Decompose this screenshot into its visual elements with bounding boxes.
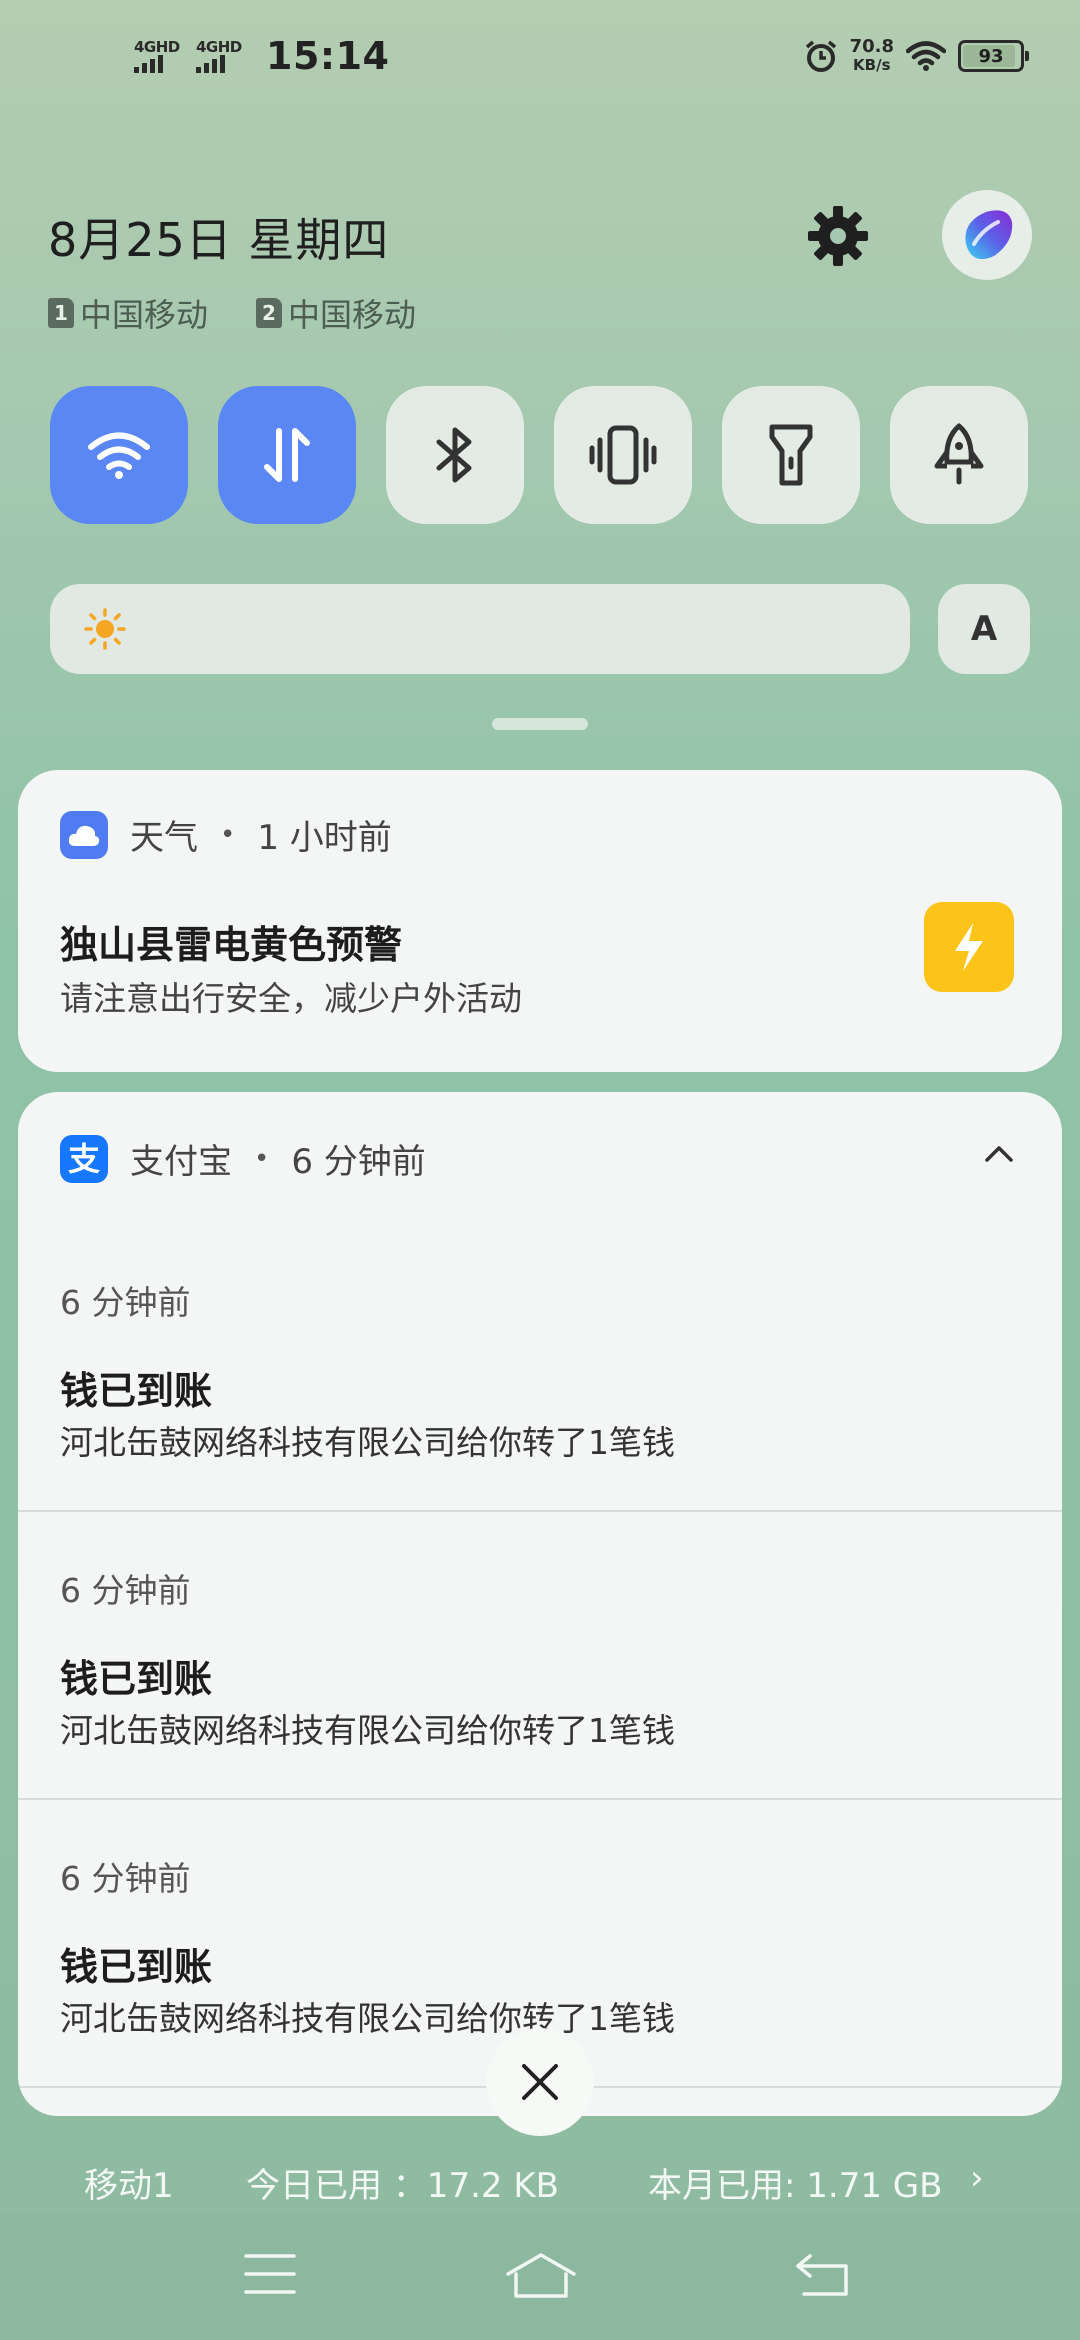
notification-title: 独山县雷电黄色预警 <box>60 923 403 967</box>
sim1-network-label: 4GHD <box>134 38 180 56</box>
wifi-icon <box>88 432 150 479</box>
carrier-list: 1 中国移动 2 中国移动 <box>48 290 416 336</box>
item-time: 6 分钟前 <box>60 1571 191 1610</box>
item-body: 河北缶鼓网络科技有限公司给你转了1笔钱 <box>60 1423 675 1462</box>
sim-slot-badge: 1 <box>48 298 74 328</box>
lightning-warning-icon <box>924 902 1014 992</box>
home-icon[interactable] <box>504 2252 578 2300</box>
net-speed-unit: KB/s <box>853 56 891 74</box>
divider <box>18 1798 1062 1800</box>
notification-time: 1 小时前 <box>257 818 392 858</box>
status-left: 4GHD 4GHD 15:14 <box>134 34 389 78</box>
notification-time: 6 分钟前 <box>291 1142 426 1182</box>
alarm-icon <box>805 40 836 72</box>
flashlight-icon <box>769 424 813 486</box>
alipay-notification-group[interactable]: 支 支付宝 • 6 分钟前 6 分钟前 钱已到账 河北缶鼓网络科技有限公司给你转… <box>18 1092 1062 2116</box>
sim2-network-label: 4GHD <box>196 38 242 56</box>
item-time: 6 分钟前 <box>60 1283 191 1322</box>
notification-header: 支 支付宝 • 6 分钟前 <box>60 1134 426 1183</box>
divider <box>18 1510 1062 1512</box>
status-bar: 4GHD 4GHD 15:14 70.8 KB/s 93 <box>0 0 1080 120</box>
weather-notification[interactable]: 天气 • 1 小时前 独山县雷电黄色预警 请注意出行安全，减少户外活动 <box>18 770 1062 1072</box>
auto-brightness-button[interactable]: A <box>938 584 1030 674</box>
weather-app-icon <box>60 810 108 859</box>
alipay-app-icon: 支 <box>60 1134 108 1183</box>
mobile-data-tile[interactable] <box>218 386 356 524</box>
separator-dot: • <box>254 1143 270 1174</box>
net-speed-value: 70.8 <box>849 36 894 57</box>
signal-icon: 4GHD <box>134 39 186 73</box>
battery-icon: 93 <box>958 40 1029 72</box>
rocket-icon <box>934 423 984 485</box>
clear-all-button[interactable] <box>486 2028 594 2136</box>
back-icon[interactable] <box>794 2252 850 2298</box>
flashlight-tile[interactable] <box>722 386 860 524</box>
item-title: 钱已到账 <box>60 1657 213 1701</box>
rocket-tile[interactable] <box>890 386 1028 524</box>
app-name: 支付宝 <box>130 1142 232 1182</box>
bluetooth-icon <box>436 427 472 483</box>
usage-today: 今日已用 ：17.2 KB <box>246 2166 559 2206</box>
data-arrows-icon <box>264 428 310 482</box>
settings-gear-icon[interactable] <box>806 204 870 268</box>
chevron-right-icon: › <box>970 2158 984 2198</box>
item-body: 河北缶鼓网络科技有限公司给你转了1笔钱 <box>60 1711 675 1750</box>
wifi-icon <box>906 41 946 71</box>
list-item[interactable]: 6 分钟前 钱已到账 河北缶鼓网络科技有限公司给你转了1笔钱 <box>18 1240 1062 1528</box>
app-name: 天气 <box>130 818 198 858</box>
usage-sim: 移动1 <box>84 2166 174 2206</box>
wifi-tile[interactable] <box>50 386 188 524</box>
item-title: 钱已到账 <box>60 1369 213 1413</box>
panel-drag-handle[interactable] <box>492 718 588 730</box>
brightness-slider[interactable] <box>50 584 910 674</box>
navigation-bar <box>0 2214 1080 2340</box>
carrier-sim2: 2 中国移动 <box>256 290 416 336</box>
notification-header: 天气 • 1 小时前 <box>60 810 392 859</box>
menu-icon[interactable] <box>244 2252 296 2296</box>
carrier-name: 中国移动 <box>80 296 209 334</box>
bluetooth-tile[interactable] <box>386 386 524 524</box>
carrier-sim1: 1 中国移动 <box>48 290 208 336</box>
quick-settings-tiles <box>50 386 1028 524</box>
separator-dot: • <box>220 819 236 850</box>
clock: 15:14 <box>266 34 390 78</box>
date-label: 8月25日 星期四 <box>48 213 390 267</box>
status-right: 70.8 KB/s 93 <box>804 36 1029 75</box>
vibrate-tile[interactable] <box>554 386 692 524</box>
signal-icon: 4GHD <box>196 39 248 73</box>
list-item[interactable]: 6 分钟前 钱已到账 河北缶鼓网络科技有限公司给你转了1笔钱 <box>18 1528 1062 1816</box>
item-body: 河北缶鼓网络科技有限公司给你转了1笔钱 <box>60 1999 675 2038</box>
usage-month: 本月已用: 1.71 GB <box>648 2166 943 2206</box>
close-icon <box>522 2064 558 2100</box>
assistant-orb-icon <box>965 210 1013 260</box>
item-time: 6 分钟前 <box>60 1859 191 1898</box>
avatar[interactable] <box>942 190 1032 280</box>
net-speed: 70.8 KB/s <box>849 36 894 75</box>
vibrate-icon <box>589 425 657 485</box>
notification-body: 请注意出行安全，减少户外活动 <box>60 979 522 1018</box>
sun-icon <box>84 608 126 650</box>
collapse-chevron-icon[interactable] <box>984 1144 1014 1164</box>
sim-slot-badge: 2 <box>256 298 283 328</box>
carrier-name: 中国移动 <box>288 296 417 334</box>
item-title: 钱已到账 <box>60 1945 213 1989</box>
battery-level: 93 <box>978 45 1004 67</box>
